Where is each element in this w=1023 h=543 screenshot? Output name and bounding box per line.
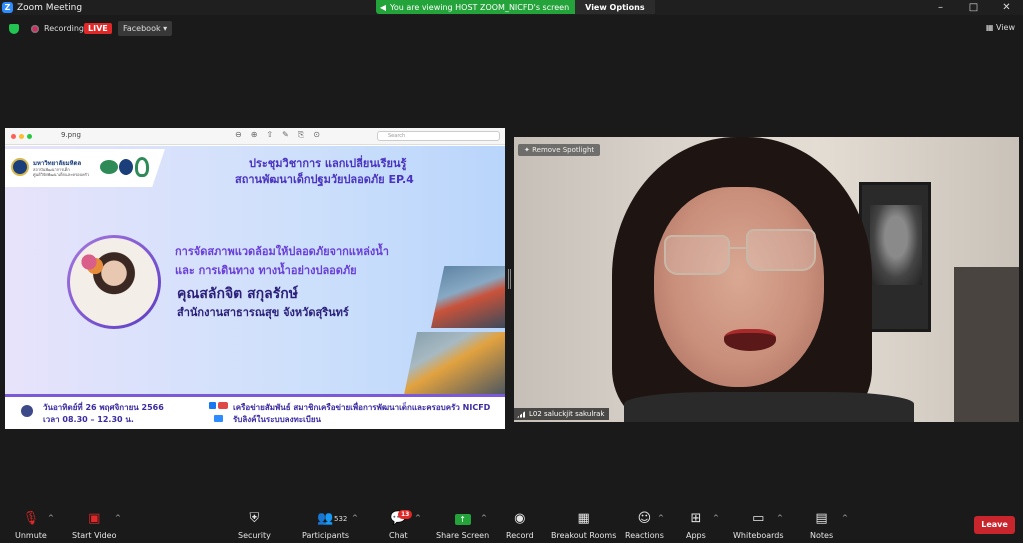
speaker-icon: ◀ — [379, 2, 387, 12]
slide-title-line2: สถานพัฒนาเด็กปฐมวัยปลอดภัย EP.4 — [235, 173, 414, 186]
calendar-icon — [21, 405, 33, 417]
participant-name-tag: L02 saluckjit sakulrak — [514, 408, 609, 420]
chat-options-caret[interactable]: ^ — [415, 514, 421, 522]
slide-footer: วันอาทิตย์ที่ 26 พฤศจิกายน 2566 เวลา 08.… — [5, 394, 505, 429]
remove-spotlight-button[interactable]: ✦ Remove Spotlight — [518, 144, 601, 156]
meeting-toolbar: 🎙 Unmute ^ ▣ Start Video ^ ⛨ Security 👥 … — [0, 505, 1023, 543]
close-button[interactable]: ✕ — [990, 0, 1023, 15]
whiteboards-options-caret[interactable]: ^ — [777, 514, 783, 522]
view-label: View — [996, 23, 1015, 32]
boat-passenger-photo — [431, 266, 505, 328]
chat-label: Chat — [389, 531, 408, 540]
breakout-rooms-button[interactable]: ▦ Breakout Rooms — [551, 511, 616, 540]
zoom-dot-icon — [27, 134, 32, 139]
slide-logo-block: มหาวิทยาลัยมหิดล สถาบันพัฒนาการเด็ก ศูนย… — [5, 149, 165, 187]
partner-logo-icon — [135, 157, 149, 177]
signal-strength-icon — [517, 410, 526, 418]
audio-options-caret[interactable]: ^ — [48, 514, 54, 522]
unmute-label: Unmute — [15, 531, 47, 540]
window-controls: – □ ✕ — [924, 0, 1023, 15]
live-badge[interactable]: LIVE — [84, 23, 112, 34]
participant-video[interactable] — [514, 137, 1019, 422]
apps-options-caret[interactable]: ^ — [713, 514, 719, 522]
reactions-label: Reactions — [625, 531, 664, 540]
slide-logo-sub2: ศูนย์วิจัยพัฒนาเด็กและครอบครัว — [33, 172, 90, 177]
slide-time: เวลา 08.30 – 12.30 น. — [43, 415, 134, 424]
whiteboards-label: Whiteboards — [733, 531, 784, 540]
split-resize-handle[interactable] — [508, 269, 511, 289]
viewer-file-name: 9.png — [61, 131, 82, 139]
chat-unread-badge: 13 — [398, 510, 413, 519]
start-video-label: Start Video — [72, 531, 117, 540]
remove-spotlight-label: Remove Spotlight — [532, 146, 595, 154]
window-title: Zoom Meeting — [17, 2, 83, 13]
record-icon: ◉ — [514, 511, 526, 526]
view-button[interactable]: ▦ View — [986, 23, 1015, 32]
slide-topic-line1: การจัดสภาพแวดล้อมให้ปลอดภัยจากแหล่งน้ำ — [175, 245, 389, 258]
leave-button[interactable]: Leave — [974, 516, 1015, 534]
facebook-stream-dropdown[interactable]: Facebook ▾ — [118, 21, 173, 36]
notes-icon: ▤ — [815, 511, 828, 526]
unmute-button[interactable]: 🎙 Unmute — [15, 511, 47, 540]
viewer-tool-icons: ⊖⊕⇧✎⎘⊙ — [235, 130, 329, 139]
partner-logo-icon — [100, 160, 118, 174]
share-options-caret[interactable]: ^ — [481, 514, 487, 522]
people-icon: 👥 — [317, 511, 334, 526]
slide-speaker-name: คุณสลักจิต สกุลรักษ์ — [177, 286, 298, 302]
slide-speaker-org: สำนักงานสาธารณสุข จังหวัดสุรินทร์ — [177, 306, 349, 319]
record-label: Record — [506, 531, 534, 540]
motorcycle-photo — [403, 332, 505, 396]
notes-button[interactable]: ▤ Notes — [810, 511, 833, 540]
apps-label: Apps — [686, 531, 706, 540]
view-options-button[interactable]: View Options — [575, 0, 655, 14]
viewing-screen-banner: ◀ You are viewing HOST ZOOM_NICFD's scre… — [376, 0, 655, 14]
participants-label: Participants — [302, 531, 349, 540]
zoom-logo-icon: Z — [2, 2, 13, 13]
whiteboards-button[interactable]: ▭ Whiteboards — [733, 511, 784, 540]
slide-topic-line2: และ การเดินทาง ทางน้ำอย่างปลอดภัย — [175, 264, 357, 277]
video-options-caret[interactable]: ^ — [115, 514, 121, 522]
microphone-muted-icon: 🎙 — [22, 511, 40, 526]
viewer-search-input: Search — [377, 131, 500, 141]
minimize-dot-icon — [19, 134, 24, 139]
start-video-button[interactable]: ▣ Start Video — [72, 511, 117, 540]
shared-screen: 9.png ⊖⊕⇧✎⎘⊙ Search มหาวิทยาลัยมหิดล สถา… — [5, 128, 505, 429]
video-off-icon: ▣ — [88, 511, 101, 526]
notes-options-caret[interactable]: ^ — [842, 514, 848, 522]
breakout-grid-icon: ▦ — [577, 511, 590, 526]
security-label: Security — [238, 531, 271, 540]
image-viewer-toolbar: 9.png ⊖⊕⇧✎⎘⊙ Search — [5, 128, 505, 145]
zoom-camera-icon — [214, 415, 223, 422]
security-button[interactable]: ⛨ Security — [238, 511, 271, 540]
notes-label: Notes — [810, 531, 834, 540]
network-logo-icon — [218, 402, 228, 409]
apps-button[interactable]: ⊞ Apps — [686, 511, 706, 540]
share-screen-label: Share Screen — [436, 531, 490, 540]
university-seal-icon — [11, 158, 29, 176]
breakout-label: Breakout Rooms — [551, 531, 617, 540]
recording-icon — [31, 25, 39, 33]
facebook-icon — [209, 402, 216, 409]
apps-icon: ⊞ — [690, 511, 702, 526]
meeting-top-bar: Recording LIVE Facebook ▾ ▦ View — [0, 20, 1023, 38]
participants-options-caret[interactable]: ^ — [352, 514, 358, 522]
slide-zoom-note: รับลิงค์ในระบบลงทะเบียน — [233, 415, 322, 424]
participant-count: 532 — [334, 515, 348, 523]
whiteboard-icon: ▭ — [752, 511, 765, 526]
minimize-button[interactable]: – — [924, 0, 957, 15]
maximize-button[interactable]: □ — [957, 0, 990, 15]
close-dot-icon — [11, 134, 16, 139]
participant-name: L02 saluckjit sakulrak — [529, 410, 605, 418]
encryption-shield-icon[interactable] — [9, 24, 19, 34]
partner-logo-icon — [119, 159, 133, 175]
presentation-slide: มหาวิทยาลัยมหิดล สถาบันพัฒนาการเด็ก ศูนย… — [5, 146, 505, 429]
recording-label[interactable]: Recording — [44, 24, 84, 33]
reactions-options-caret[interactable]: ^ — [658, 514, 664, 522]
shield-icon: ⛨ — [249, 511, 260, 526]
record-button[interactable]: ◉ Record — [506, 511, 534, 540]
share-screen-icon: ↑ — [454, 511, 471, 527]
viewing-text: You are viewing HOST ZOOM_NICFD's screen — [390, 2, 570, 12]
smiley-icon: ☺ — [637, 511, 652, 526]
speaker-photo — [67, 235, 161, 329]
